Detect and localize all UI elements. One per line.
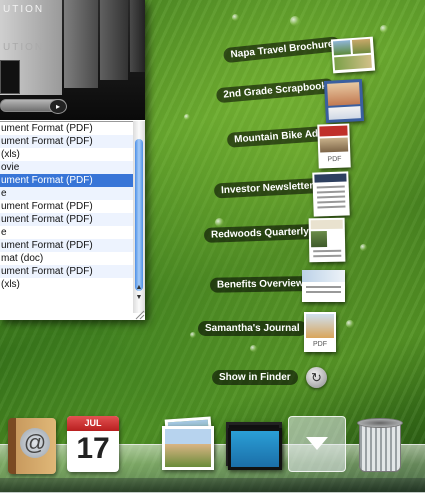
document-preview xyxy=(319,137,349,153)
water-drop xyxy=(250,345,257,352)
document-preview xyxy=(332,40,351,56)
document-preview xyxy=(328,106,361,120)
document-preview xyxy=(310,219,343,230)
cover-flow-image xyxy=(0,60,20,94)
stack-item-investor-newsletter[interactable] xyxy=(312,171,350,217)
finder-window: UTION UTION ▸ ument Format (PDF) ument F… xyxy=(0,0,145,320)
water-drop xyxy=(190,332,196,338)
water-drop xyxy=(290,16,300,26)
list-item[interactable]: e xyxy=(0,226,134,239)
document-preview xyxy=(319,125,348,137)
text-line xyxy=(306,286,341,288)
list-item[interactable]: mat (doc) xyxy=(0,252,134,265)
cover-flow-text: UTION xyxy=(3,4,45,15)
pdf-tag: PDF xyxy=(327,155,342,164)
text-line xyxy=(313,254,342,258)
document-preview xyxy=(310,231,328,248)
address-book-icon[interactable]: @ xyxy=(8,418,56,474)
list-item[interactable]: ument Format (PDF) xyxy=(0,200,134,213)
pictures-stack-icon[interactable] xyxy=(160,416,216,470)
text-line xyxy=(313,249,342,253)
cover-flow-document xyxy=(64,0,98,88)
resize-grip-icon[interactable] xyxy=(133,310,145,320)
calendar-day: 17 xyxy=(76,432,110,465)
document-preview xyxy=(302,270,345,282)
calendar-month: JUL xyxy=(67,416,119,431)
stack-item-mountain-bike-ad[interactable]: PDF xyxy=(317,123,351,169)
water-drop xyxy=(346,320,354,328)
pdf-tag: PDF xyxy=(313,341,327,348)
stack-item-redwoods-quarterly[interactable] xyxy=(308,217,346,263)
stack-item-napa-travel-brochure[interactable] xyxy=(330,36,376,74)
dock-reflection xyxy=(0,478,425,492)
text-line xyxy=(316,185,345,189)
cover-flow-document xyxy=(130,0,145,72)
list-item[interactable]: (xls) xyxy=(0,278,134,291)
list-item[interactable]: ovie xyxy=(0,161,134,174)
scrollbar-thumb[interactable] xyxy=(135,139,143,291)
list-item[interactable]: ument Format (PDF) xyxy=(0,239,134,252)
list-item[interactable]: ument Format (PDF) xyxy=(0,213,134,226)
chevron-down-icon xyxy=(306,437,328,450)
triangle-up-icon[interactable]: ▲ xyxy=(133,283,145,293)
text-line xyxy=(317,205,346,209)
water-drop xyxy=(232,14,239,21)
text-line xyxy=(317,200,346,204)
list-item[interactable]: ument Format (PDF) xyxy=(0,135,134,148)
text-line xyxy=(316,190,345,194)
stack-item-label[interactable]: Samantha's Journal xyxy=(198,321,307,336)
list-item[interactable]: e xyxy=(0,187,134,200)
triangle-down-icon[interactable]: ▼ xyxy=(133,293,145,303)
dock: @ JUL 17 xyxy=(0,400,425,493)
cover-flow-scroll-arrow-icon[interactable]: ▸ xyxy=(49,99,67,114)
show-in-finder-button[interactable]: Show in Finder xyxy=(212,370,298,385)
trash-icon[interactable] xyxy=(357,416,403,472)
stack-item-benefits-overview[interactable] xyxy=(302,270,345,302)
documents-stack-icon[interactable] xyxy=(288,416,346,472)
document-preview xyxy=(351,38,371,55)
photo-card xyxy=(162,426,214,470)
document-preview xyxy=(314,173,347,183)
trash-body xyxy=(359,422,401,472)
water-drop xyxy=(380,25,388,33)
text-line xyxy=(306,291,341,293)
trash-rim xyxy=(357,418,403,428)
stack-item-2nd-grade-scrapbook[interactable] xyxy=(323,79,365,123)
list-item[interactable]: ument Format (PDF) xyxy=(0,122,134,135)
file-list: ument Format (PDF) ument Format (PDF) (x… xyxy=(0,121,134,314)
cover-flow-text: UTION xyxy=(3,42,45,53)
movies-stack-icon[interactable] xyxy=(226,418,282,470)
list-item[interactable]: ument Format (PDF) xyxy=(0,265,134,278)
text-line xyxy=(317,195,346,199)
list-item-selected[interactable]: ument Format (PDF) xyxy=(0,174,134,187)
cover-flow-view[interactable]: UTION UTION ▸ xyxy=(0,0,145,120)
movie-card xyxy=(228,428,282,470)
water-drop xyxy=(360,244,367,251)
document-preview xyxy=(327,82,361,106)
curved-arrow-icon[interactable]: ↻ xyxy=(306,367,327,388)
stack-item-label[interactable]: Benefits Overview xyxy=(209,276,311,293)
vertical-scrollbar[interactable]: ▲ ▼ xyxy=(133,121,145,313)
stack-item-samanthas-journal[interactable]: PDF xyxy=(304,312,336,352)
water-drop xyxy=(184,114,190,120)
list-item[interactable]: (xls) xyxy=(0,148,134,161)
ical-icon[interactable]: JUL 17 xyxy=(67,416,119,472)
cover-flow-document xyxy=(100,0,128,80)
document-preview xyxy=(306,314,334,338)
water-drop xyxy=(215,218,224,227)
at-sign-icon: @ xyxy=(20,428,50,458)
document-preview xyxy=(334,54,372,71)
